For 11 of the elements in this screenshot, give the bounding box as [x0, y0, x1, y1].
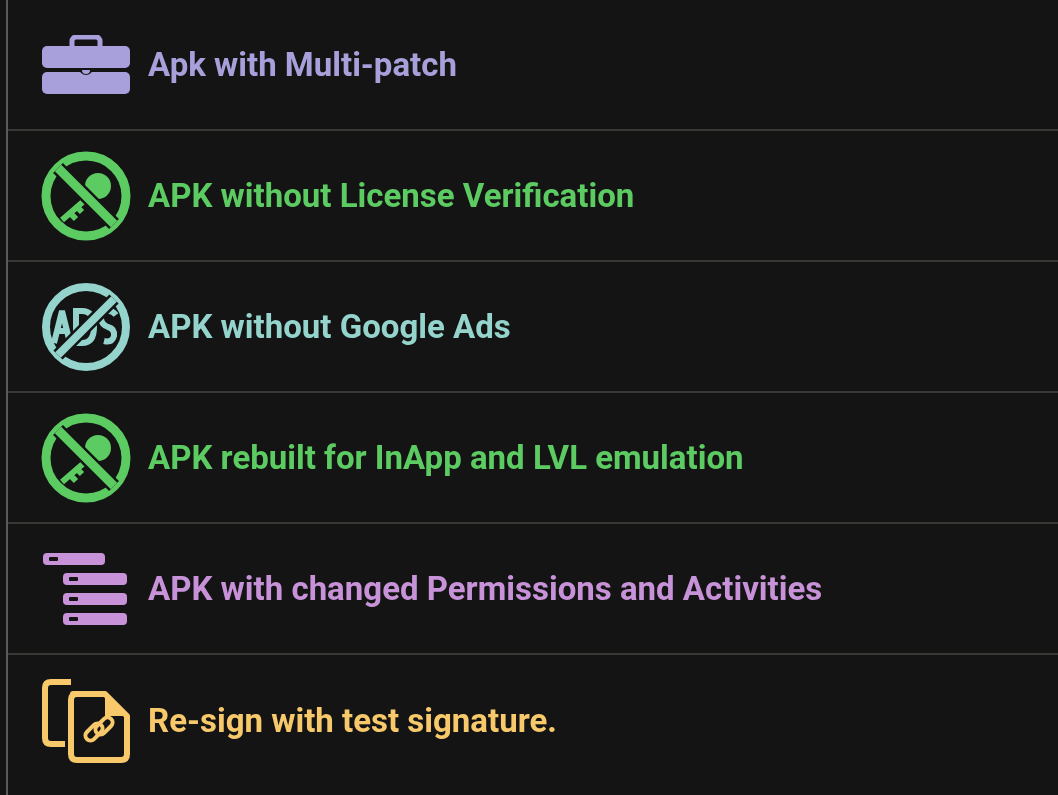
linked-documents-icon — [41, 677, 131, 764]
no-key-icon — [40, 411, 132, 504]
menu-item-label[interactable]: APK rebuilt for InApp and LVL emulation — [148, 432, 744, 483]
no-key-icon — [40, 149, 132, 242]
menu-item-label[interactable]: APK without Google Ads — [148, 301, 511, 352]
menu-item-label[interactable]: APK without License Verification — [148, 170, 635, 221]
menu-item-label[interactable]: APK with changed Permissions and Activities — [148, 563, 823, 614]
toolbox-icon — [41, 34, 131, 95]
menu-item-label[interactable]: Re-sign with test signature. — [148, 695, 557, 746]
menu-item-label[interactable]: Apk with Multi-patch — [148, 39, 457, 90]
no-ads-icon — [40, 280, 132, 373]
